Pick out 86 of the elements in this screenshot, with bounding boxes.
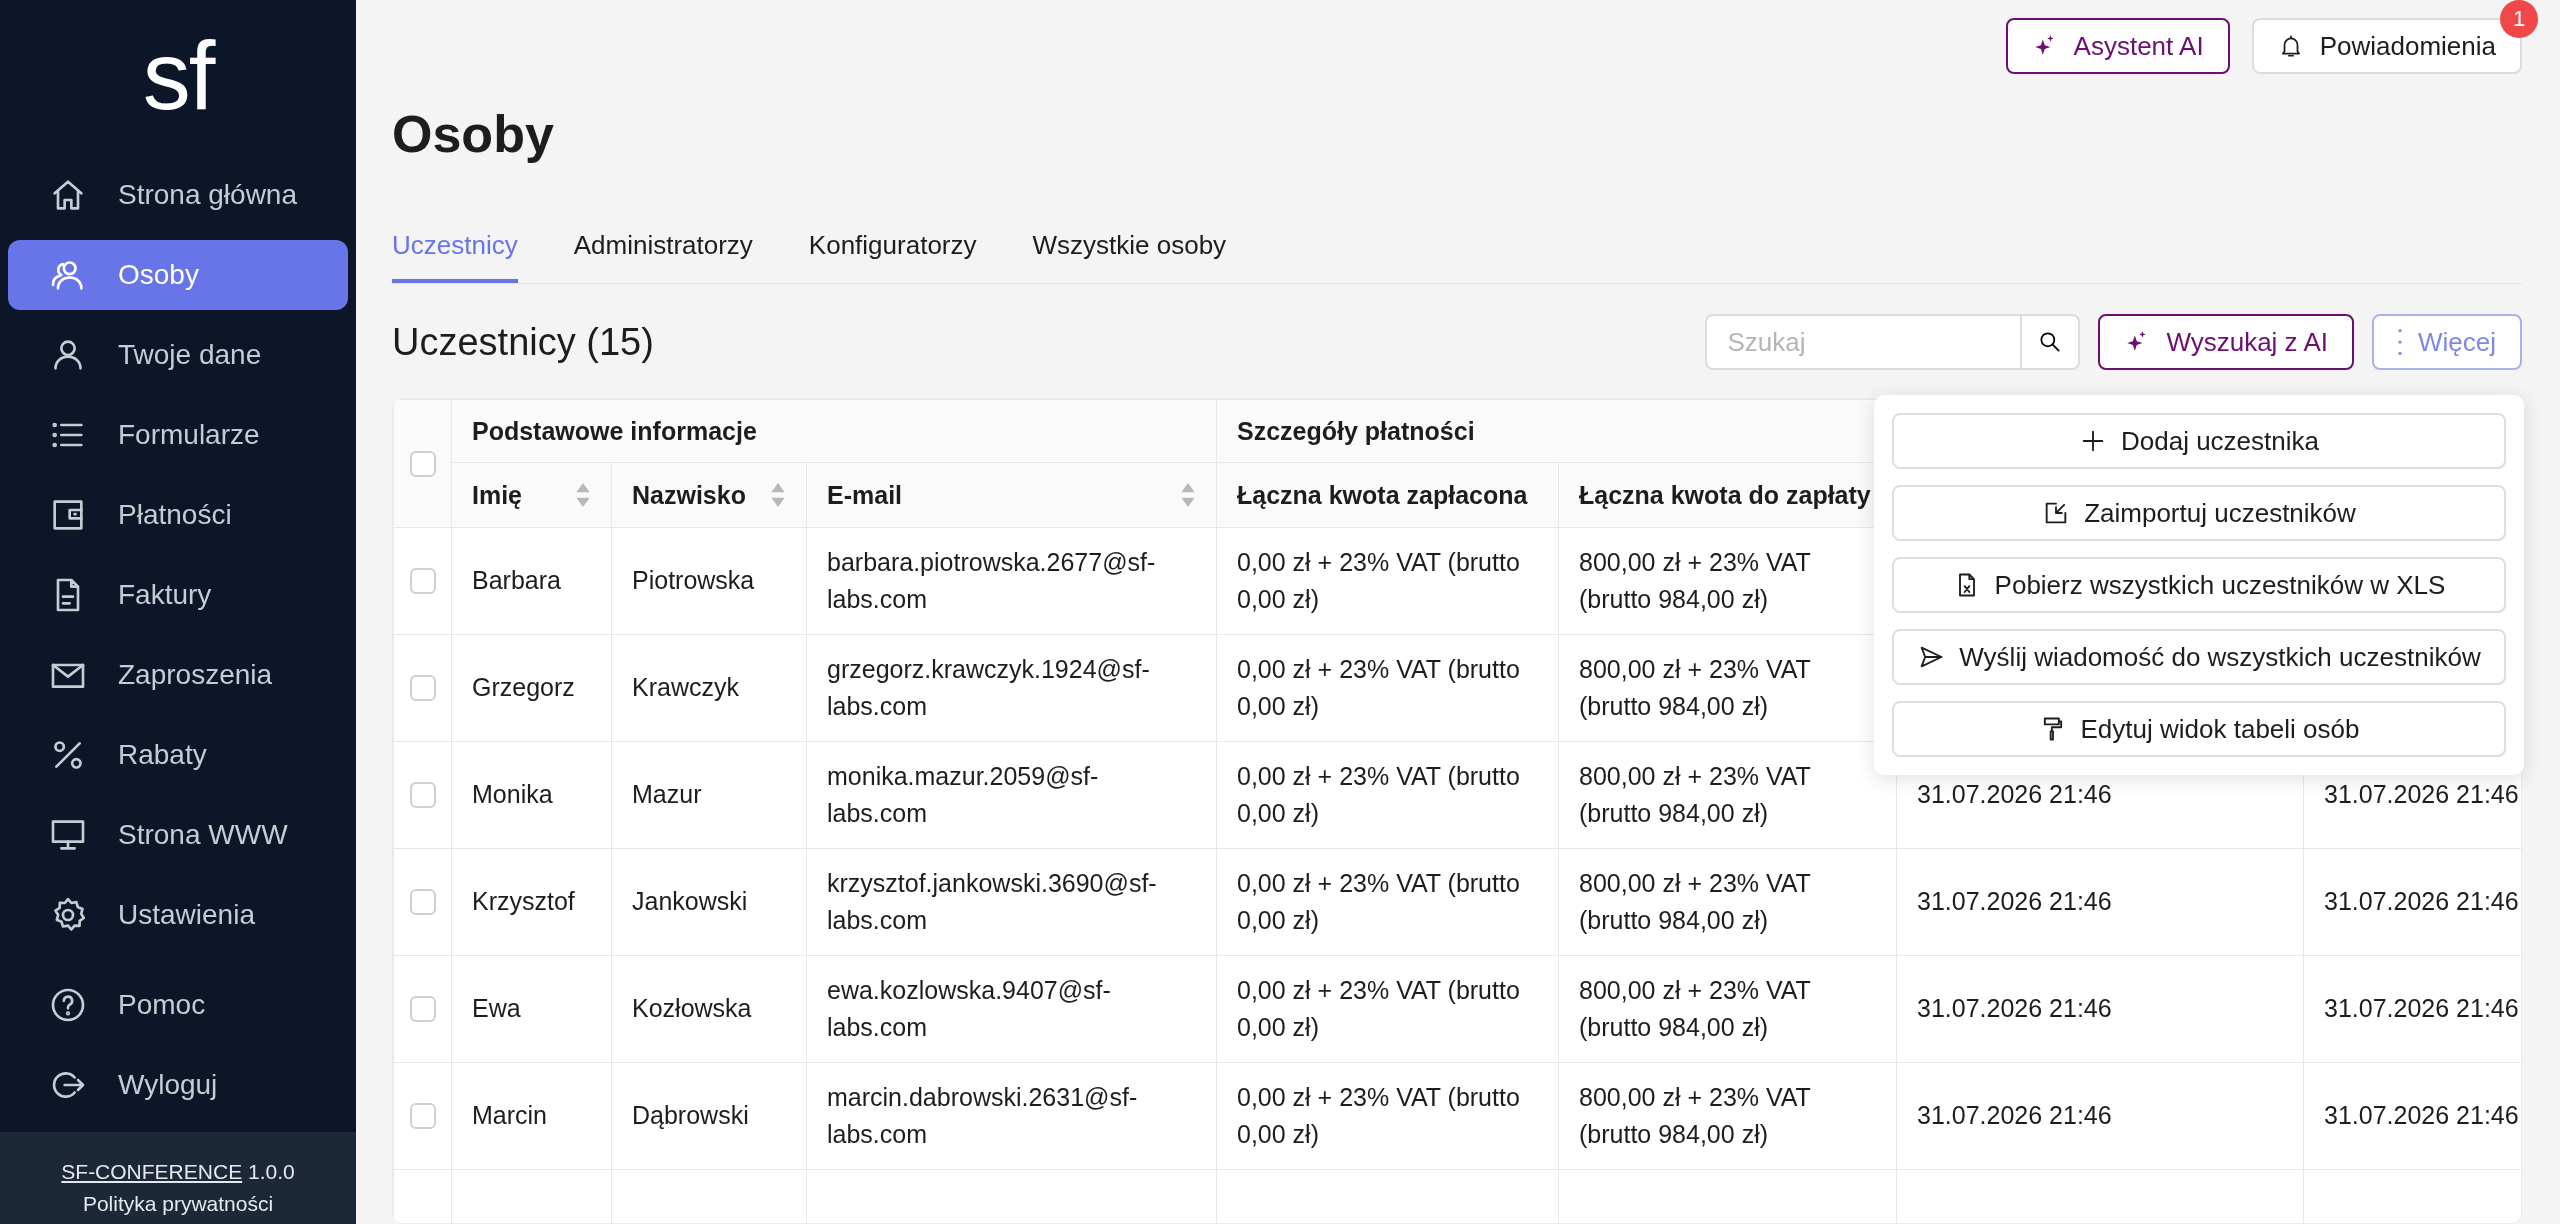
sidebar-item[interactable]: Formularze: [8, 400, 348, 470]
table-cell: 31.07.2026 21:46: [2324, 1101, 2519, 1130]
sidebar-item[interactable]: Wyloguj: [8, 1050, 348, 1120]
sidebar-item[interactable]: Osoby: [8, 240, 348, 310]
notification-badge: 1: [2500, 0, 2538, 38]
table-cell: 0,00 zł + 23% VAT (brutto 0,00 zł): [1237, 975, 1520, 1041]
table-cell: Jankowski: [632, 887, 748, 916]
column-header: Łączna kwota do zapłaty: [1579, 480, 1871, 510]
table-cell: marcin.dabrowski.2631@sf-labs.com: [827, 1082, 1138, 1148]
table-cell: Dąbrowski: [632, 1101, 749, 1130]
tab[interactable]: Wszystkie osoby: [1032, 222, 1227, 283]
table-cell: Krzysztof: [472, 887, 575, 916]
section-title: Uczestnicy (15): [392, 320, 655, 364]
table-cell: 0,00 zł + 23% VAT (brutto 0,00 zł): [1237, 761, 1520, 827]
sidebar-item[interactable]: Zaproszenia: [8, 640, 348, 710]
table-cell: Mazur: [632, 780, 702, 809]
sort-icon[interactable]: [1180, 483, 1196, 507]
table-cell: Grzegorz: [472, 673, 575, 702]
table-cell: krzysztof.jankowski.3690@sf-labs.com: [827, 868, 1157, 934]
table-cell: 0,00 zł + 23% VAT (brutto 0,00 zł): [1237, 1082, 1520, 1148]
table-cell: 0,00 zł + 23% VAT (brutto 0,00 zł): [1237, 654, 1520, 720]
logo: sf: [142, 28, 214, 124]
app-name-link[interactable]: SF-CONFERENCE: [61, 1160, 243, 1183]
tab[interactable]: Uczestnicy: [392, 222, 518, 283]
row-checkbox[interactable]: [409, 568, 436, 594]
sidebar-item[interactable]: Pomoc: [8, 970, 348, 1040]
row-checkbox[interactable]: [409, 1103, 436, 1129]
table-cell: 800,00 zł + 23% VAT (brutto 984,00 zł): [1579, 975, 1811, 1041]
table-cell: Krawczyk: [632, 673, 739, 702]
table-cell: 800,00 zł + 23% VAT (brutto 984,00 zł): [1579, 1082, 1811, 1148]
sidebar-item[interactable]: Twoje dane: [8, 320, 348, 390]
menu-item[interactable]: Edytuj widok tabeli osób: [1892, 701, 2506, 757]
table-cell: 800,00 zł + 23% VAT (brutto 984,00 zł): [1579, 654, 1811, 720]
column-header: Łączna kwota zapłacona: [1237, 480, 1528, 510]
table-cell: Monika: [472, 780, 553, 809]
table-cell: 31.07.2026 21:46: [2324, 887, 2519, 916]
menu-item[interactable]: Pobierz wszystkich uczestników w XLS: [1892, 557, 2506, 613]
table-cell: 31.07.2026 21:46: [1917, 887, 2112, 916]
ai-search-button[interactable]: Wyszukaj z AI: [2098, 314, 2354, 370]
menu-item[interactable]: Wyślij wiadomość do wszystkich uczestników: [1892, 629, 2506, 685]
ai-assistant-button[interactable]: Asystent AI: [2005, 18, 2230, 74]
select-all-checkbox[interactable]: [409, 450, 436, 477]
sidebar-item[interactable]: Strona WWW: [8, 800, 348, 870]
table-cell: 0,00 zł + 23% VAT (brutto 0,00 zł): [1237, 547, 1520, 613]
table-cell: 31.07.2026 21:46: [1917, 1101, 2112, 1130]
row-checkbox[interactable]: [409, 889, 436, 915]
search-field[interactable]: Szukaj: [1705, 314, 2021, 370]
sidebar-item[interactable]: Ustawienia: [8, 880, 348, 950]
sidebar-item[interactable]: Faktury: [8, 560, 348, 630]
table-cell: grzegorz.krawczyk.1924@sf-labs.com: [827, 654, 1150, 720]
vertical-dots-icon: [2398, 329, 2402, 355]
privacy-link[interactable]: Polityka prywatności: [82, 1192, 274, 1216]
column-header[interactable]: Imię: [472, 480, 523, 510]
table-cell: Ewa: [472, 994, 521, 1023]
row-checkbox[interactable]: [409, 675, 436, 701]
sidebar-item[interactable]: Płatności: [8, 480, 348, 550]
menu-item[interactable]: Dodaj uczestnika: [1892, 413, 2506, 469]
sidebar-item[interactable]: Rabaty: [8, 720, 348, 790]
table-cell: Barbara: [472, 566, 561, 595]
tab[interactable]: Administratorzy: [573, 222, 753, 283]
sort-icon[interactable]: [575, 483, 591, 507]
table-cell: Piotrowska: [632, 566, 755, 595]
table-cell: Kozłowska: [632, 994, 752, 1023]
search-button[interactable]: [2020, 314, 2081, 370]
table-cell: 0,00 zł + 23% VAT (brutto 0,00 zł): [1237, 868, 1520, 934]
table-cell: 31.07.2026 21:46: [1917, 780, 2112, 809]
column-group-header: Podstawowe informacje: [451, 399, 1217, 463]
tab[interactable]: Konfiguratorzy: [808, 222, 977, 283]
table-cell: Marcin: [472, 1101, 547, 1130]
row-checkbox[interactable]: [409, 782, 436, 808]
table-cell: barbara.piotrowska.2677@sf-labs.com: [827, 547, 1156, 613]
table-cell: 31.07.2026 21:46: [1917, 994, 2112, 1023]
table-cell: ewa.kozlowska.9407@sf-labs.com: [827, 975, 1111, 1041]
table-cell: monika.mazur.2059@sf-labs.com: [827, 761, 1099, 827]
page-title: Osoby: [392, 104, 555, 164]
table-cell: 31.07.2026 21:46: [2324, 994, 2519, 1023]
table-cell: 31.07.2026 21:46: [2324, 780, 2519, 809]
version-text: 1.0.0: [248, 1160, 295, 1183]
sort-icon[interactable]: [770, 483, 786, 507]
sidebar-item[interactable]: Strona główna: [8, 160, 348, 230]
table-cell: 800,00 zł + 23% VAT (brutto 984,00 zł): [1579, 761, 1811, 827]
menu-item[interactable]: Zaimportuj uczestników: [1892, 485, 2506, 541]
table-cell: 800,00 zł + 23% VAT (brutto 984,00 zł): [1579, 868, 1811, 934]
table-cell: 800,00 zł + 23% VAT (brutto 984,00 zł): [1579, 547, 1811, 613]
row-checkbox[interactable]: [409, 996, 436, 1022]
column-header[interactable]: E-mail: [827, 480, 903, 510]
